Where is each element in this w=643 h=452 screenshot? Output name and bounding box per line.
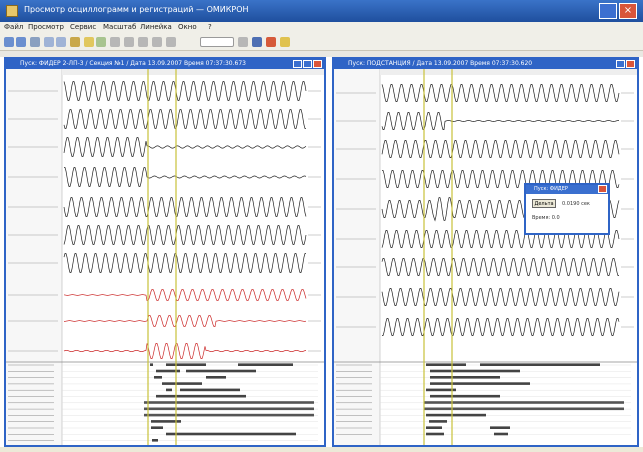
digital-state-5-0 (430, 394, 500, 398)
panel-left: Пуск: ФИДЕР 2-ЛП-3 / Секция №1 / Дата 13… (4, 57, 326, 447)
menu-help[interactable]: ? (208, 23, 212, 31)
marker-icon[interactable] (166, 37, 176, 47)
left-waveform-area[interactable] (6, 69, 324, 445)
delta-button[interactable]: Дельта (532, 199, 556, 208)
channel-select[interactable] (200, 37, 234, 47)
digital-state-4-0 (166, 388, 172, 392)
digital-state-11-0 (166, 432, 296, 436)
toolbar (0, 35, 643, 51)
ruler-icon[interactable] (84, 37, 94, 47)
digital-state-3-0 (430, 382, 530, 385)
menu-ruler[interactable]: Линейка (140, 23, 172, 31)
time-axis-icon[interactable] (138, 37, 148, 47)
measure-dialog-close-button[interactable] (598, 185, 607, 193)
digital-state-2-1 (206, 376, 226, 379)
status-bar (0, 447, 643, 452)
close-button[interactable]: × (619, 3, 637, 19)
digital-state-1-1 (186, 369, 256, 373)
menu-window[interactable]: Окно (178, 23, 197, 31)
minimize-button[interactable] (599, 3, 617, 19)
menu-scale[interactable]: Масштаб (103, 23, 136, 31)
panel-right-title: Пуск: ПОДСТАНЦИЯ / Дата 13.09.2007 Время… (348, 60, 533, 67)
panel-left-maximize-button[interactable] (303, 60, 312, 68)
digital-state-10-1 (490, 426, 510, 429)
panel-left-close-button[interactable] (313, 60, 322, 68)
channel-label-column (334, 69, 380, 445)
menu-view[interactable]: Просмотр (28, 23, 64, 31)
digital-state-8-0 (144, 413, 314, 417)
app-icon (6, 5, 18, 17)
panel-left-title: Пуск: ФИДЕР 2-ЛП-3 / Секция №1 / Дата 13… (20, 60, 246, 67)
digital-state-1-0 (430, 369, 520, 373)
time-ruler (380, 69, 637, 75)
stop-icon[interactable] (266, 37, 276, 47)
digital-state-2-0 (430, 376, 500, 379)
panel-left-minimize-button[interactable] (293, 60, 302, 68)
time-readout: Время: 0.0 (532, 215, 560, 221)
zoom-out-icon[interactable] (56, 37, 66, 47)
digital-state-12-0 (152, 439, 158, 442)
menu-service[interactable]: Сервис (70, 23, 96, 31)
digital-state-7-0 (424, 407, 624, 411)
digital-state-0-0 (426, 363, 466, 366)
menu-bar: Файл Просмотр Сервис Масштаб Линейка Окн… (0, 22, 643, 35)
digital-state-0-0 (150, 363, 153, 366)
digital-state-11-1 (494, 432, 508, 436)
digital-state-10-0 (151, 426, 163, 429)
digital-state-4-1 (180, 388, 240, 392)
panel-left-titlebar: Пуск: ФИДЕР 2-ЛП-3 / Секция №1 / Дата 13… (6, 59, 324, 69)
digital-state-10-0 (426, 426, 442, 429)
settings-icon[interactable] (110, 37, 120, 47)
digital-state-9-0 (429, 420, 447, 423)
save-icon[interactable] (16, 37, 26, 47)
print-icon[interactable] (30, 37, 40, 47)
digital-state-6-0 (424, 401, 624, 404)
menu-file[interactable]: Файл (4, 23, 23, 31)
channel-label-column (6, 69, 62, 445)
app-title: Просмотр осциллограмм и регистраций — ОМ… (24, 5, 249, 14)
help-icon[interactable] (280, 37, 290, 47)
channels-icon[interactable] (96, 37, 106, 47)
panel-right-maximize-button[interactable] (616, 60, 625, 68)
digital-state-0-2 (238, 363, 293, 366)
zoom-in-icon[interactable] (44, 37, 54, 47)
measure-dialog-titlebar: Пуск: ФИДЕР (526, 185, 608, 194)
digital-state-2-0 (154, 376, 162, 379)
cursor-icon[interactable] (70, 37, 80, 47)
time-ruler (62, 69, 324, 75)
digital-state-6-0 (144, 401, 314, 404)
digital-state-11-0 (426, 432, 444, 436)
digital-state-3-0 (162, 382, 202, 385)
right-waveform-area[interactable] (334, 69, 637, 445)
digital-state-5-0 (156, 394, 246, 398)
open-icon[interactable] (4, 37, 14, 47)
panel-right-close-button[interactable] (626, 60, 635, 68)
measure-dialog-title: Пуск: ФИДЕР (534, 186, 568, 192)
window-icon[interactable] (238, 37, 248, 47)
digital-state-7-0 (144, 407, 314, 411)
panel-right-titlebar: Пуск: ПОДСТАНЦИЯ / Дата 13.09.2007 Время… (334, 59, 637, 69)
digital-state-8-0 (426, 413, 486, 417)
scale-icon[interactable] (124, 37, 134, 47)
grid-icon[interactable] (152, 37, 162, 47)
measure-dialog: Пуск: ФИДЕР Дельта 0.0190 сек Время: 0.0 (524, 183, 610, 235)
digital-state-0-1 (166, 363, 206, 366)
panel-right: Пуск: ПОДСТАНЦИЯ / Дата 13.09.2007 Время… (332, 57, 639, 447)
digital-state-0-1 (480, 363, 600, 366)
delta-value: 0.0190 сек (562, 201, 590, 207)
export-icon[interactable] (252, 37, 262, 47)
